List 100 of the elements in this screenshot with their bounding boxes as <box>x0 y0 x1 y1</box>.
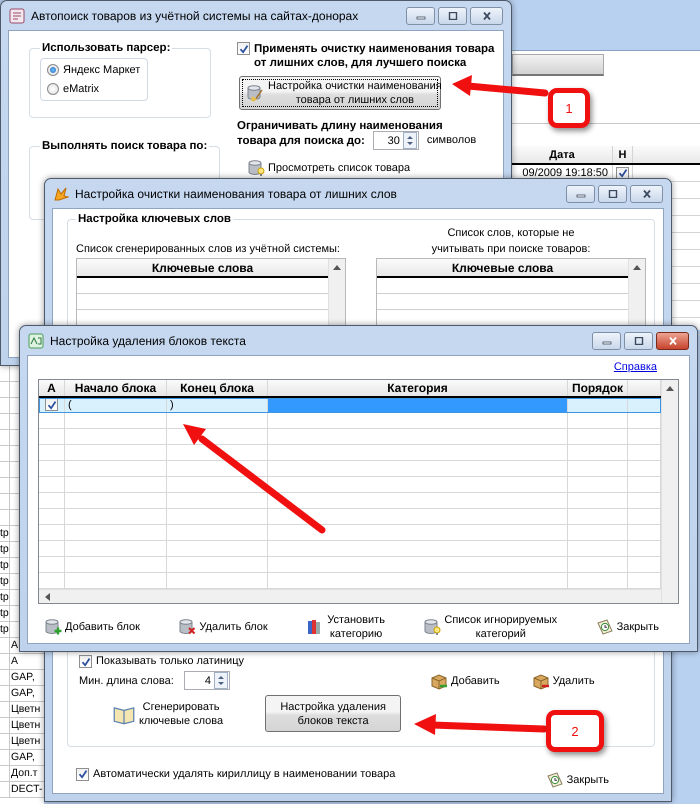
maximize-button[interactable] <box>598 184 627 202</box>
checkbox[interactable] <box>76 768 89 780</box>
close-button[interactable]: Закрыть <box>596 618 659 636</box>
delete-block-button[interactable]: Удалить блок <box>178 618 268 636</box>
scroll-up-icon[interactable] <box>633 265 641 270</box>
maximize-icon <box>632 336 644 344</box>
column-header: Ключевые слова <box>77 259 328 278</box>
window-title: Настройка удаления блоков текста <box>50 334 247 348</box>
list-caption: Список слов, которые не учитывать при поиске товаров: <box>430 226 592 257</box>
add-block-button[interactable]: Добавить блок <box>44 618 140 636</box>
blocks-settings-button[interactable]: Настройка удаления блоков текста <box>265 695 402 732</box>
column-header: Порядок <box>568 380 628 396</box>
radio-label: Яндекс Маркет <box>63 64 140 76</box>
box-arrow-icon <box>532 672 550 690</box>
app-icon <box>9 8 25 24</box>
checkbox[interactable] <box>237 42 250 55</box>
table-cell-text: GAP, <box>10 750 36 765</box>
database-cross-icon <box>178 618 196 636</box>
window-title: Настройка очистки наименования товара от лишних слов <box>75 186 398 200</box>
table-cell: tp <box>0 526 10 541</box>
maximize-button[interactable] <box>624 332 653 350</box>
column-header: Категория <box>268 380 568 396</box>
cleanup-settings-button[interactable]: Настройка очистки наименования товара от лишних слов <box>239 76 441 110</box>
close-button[interactable] <box>656 332 689 350</box>
table-cell-text: Доп.т <box>10 766 38 781</box>
limit-label: Ограничивать длину наименования <box>237 120 443 132</box>
table-cell-text: Цветн <box>10 718 42 733</box>
field-label: Мин. длина слова: <box>79 674 175 686</box>
close-button[interactable] <box>630 184 663 202</box>
scroll-up-icon[interactable] <box>666 386 674 391</box>
preview-button[interactable]: Просмотреть список товара <box>247 159 503 177</box>
database-plus-icon <box>44 618 62 636</box>
minimize-button[interactable] <box>406 6 435 24</box>
checkbox-label: Показывать только латиницу <box>96 655 244 667</box>
table-cell: tp <box>0 558 10 573</box>
maximize-icon <box>446 12 458 20</box>
radio-button[interactable] <box>47 64 59 76</box>
help-link[interactable]: Справка <box>614 360 657 375</box>
close-icon <box>640 190 652 198</box>
number-spinner[interactable]: 30 <box>372 131 419 150</box>
table-cell-text: GAP, <box>10 670 36 685</box>
checkbox[interactable] <box>45 398 58 412</box>
radio-button[interactable] <box>47 83 59 95</box>
database-bulb-icon <box>247 159 265 177</box>
table-cell-text: GAP, <box>10 686 36 701</box>
maximize-button[interactable] <box>438 6 467 24</box>
table-cell-text: А <box>10 638 20 653</box>
column-header: Конец блока <box>167 380 268 396</box>
unit-label: символов <box>426 132 476 148</box>
clock-note-icon <box>546 771 564 789</box>
close-icon <box>480 12 492 20</box>
ignored-categories-button[interactable]: Список игнорируемых категорий <box>423 613 558 641</box>
clock-note-icon <box>596 618 614 636</box>
database-bulb-icon <box>423 618 442 636</box>
database-broom-icon <box>246 84 264 102</box>
set-category-button[interactable]: Установить категорию <box>306 613 385 641</box>
column-header: Ключевые слова <box>377 259 628 278</box>
checkbox-label: Автоматически удалять кириллицу в наименовании товара <box>93 768 396 780</box>
checkbox[interactable] <box>79 655 92 668</box>
number-spinner[interactable]: 4 <box>184 671 230 690</box>
column-header: А <box>39 380 65 396</box>
table-cell: tp <box>0 606 10 621</box>
callout-badge: 2 <box>546 710 604 752</box>
app-icon <box>28 332 44 348</box>
table-cell-text: Цветн <box>10 702 42 717</box>
scrollbar[interactable] <box>39 589 661 603</box>
callout-badge: 1 <box>548 88 590 128</box>
close-icon <box>666 336 678 344</box>
table-row[interactable]: ( ) <box>39 398 661 414</box>
delete-button[interactable]: Удалить <box>532 672 595 690</box>
group-title: Использовать парсер: <box>41 42 172 54</box>
generate-button[interactable]: Сгенерировать ключевые слова <box>113 700 224 728</box>
close-button[interactable] <box>470 6 503 24</box>
limit-label: товара для поиска до: <box>237 134 365 148</box>
close-button[interactable]: Закрыть <box>546 771 609 789</box>
table-cell: ( <box>65 398 167 412</box>
table-cell: tp <box>0 622 10 637</box>
table-cell: tp <box>0 574 10 589</box>
add-button[interactable]: Добавить <box>430 672 500 690</box>
scroll-up-icon[interactable] <box>333 265 341 270</box>
app-icon <box>53 186 69 202</box>
table-cell: tp <box>0 542 10 557</box>
column-header: Н <box>613 146 633 163</box>
checkbox[interactable] <box>616 166 629 180</box>
maximize-icon <box>606 190 618 198</box>
minimize-button[interactable] <box>592 332 621 350</box>
table-cell-text: Цветн <box>10 734 42 749</box>
table-cell: tp <box>0 590 10 605</box>
minimize-button[interactable] <box>566 184 595 202</box>
group-title: Выполнять поиск товара по: <box>41 140 208 152</box>
spin-arrows-icon <box>402 132 417 149</box>
window-title: Автопоиск товаров из учётной системы на сайтах-донорах <box>31 8 360 22</box>
box-arrow-icon <box>430 672 448 690</box>
table-cell-text: А <box>10 654 20 669</box>
scrollbar[interactable] <box>661 380 678 603</box>
checkbox-label: Применять очистку наименования товара от лишних слов, для лучшего поиска <box>254 42 494 70</box>
spin-arrows-icon <box>214 672 228 689</box>
list-caption: Список сгенерированных слов из учётной системы: <box>76 242 341 257</box>
table-cell-text: DECT- <box>10 782 44 797</box>
radio-label: eMatrix <box>63 83 100 95</box>
